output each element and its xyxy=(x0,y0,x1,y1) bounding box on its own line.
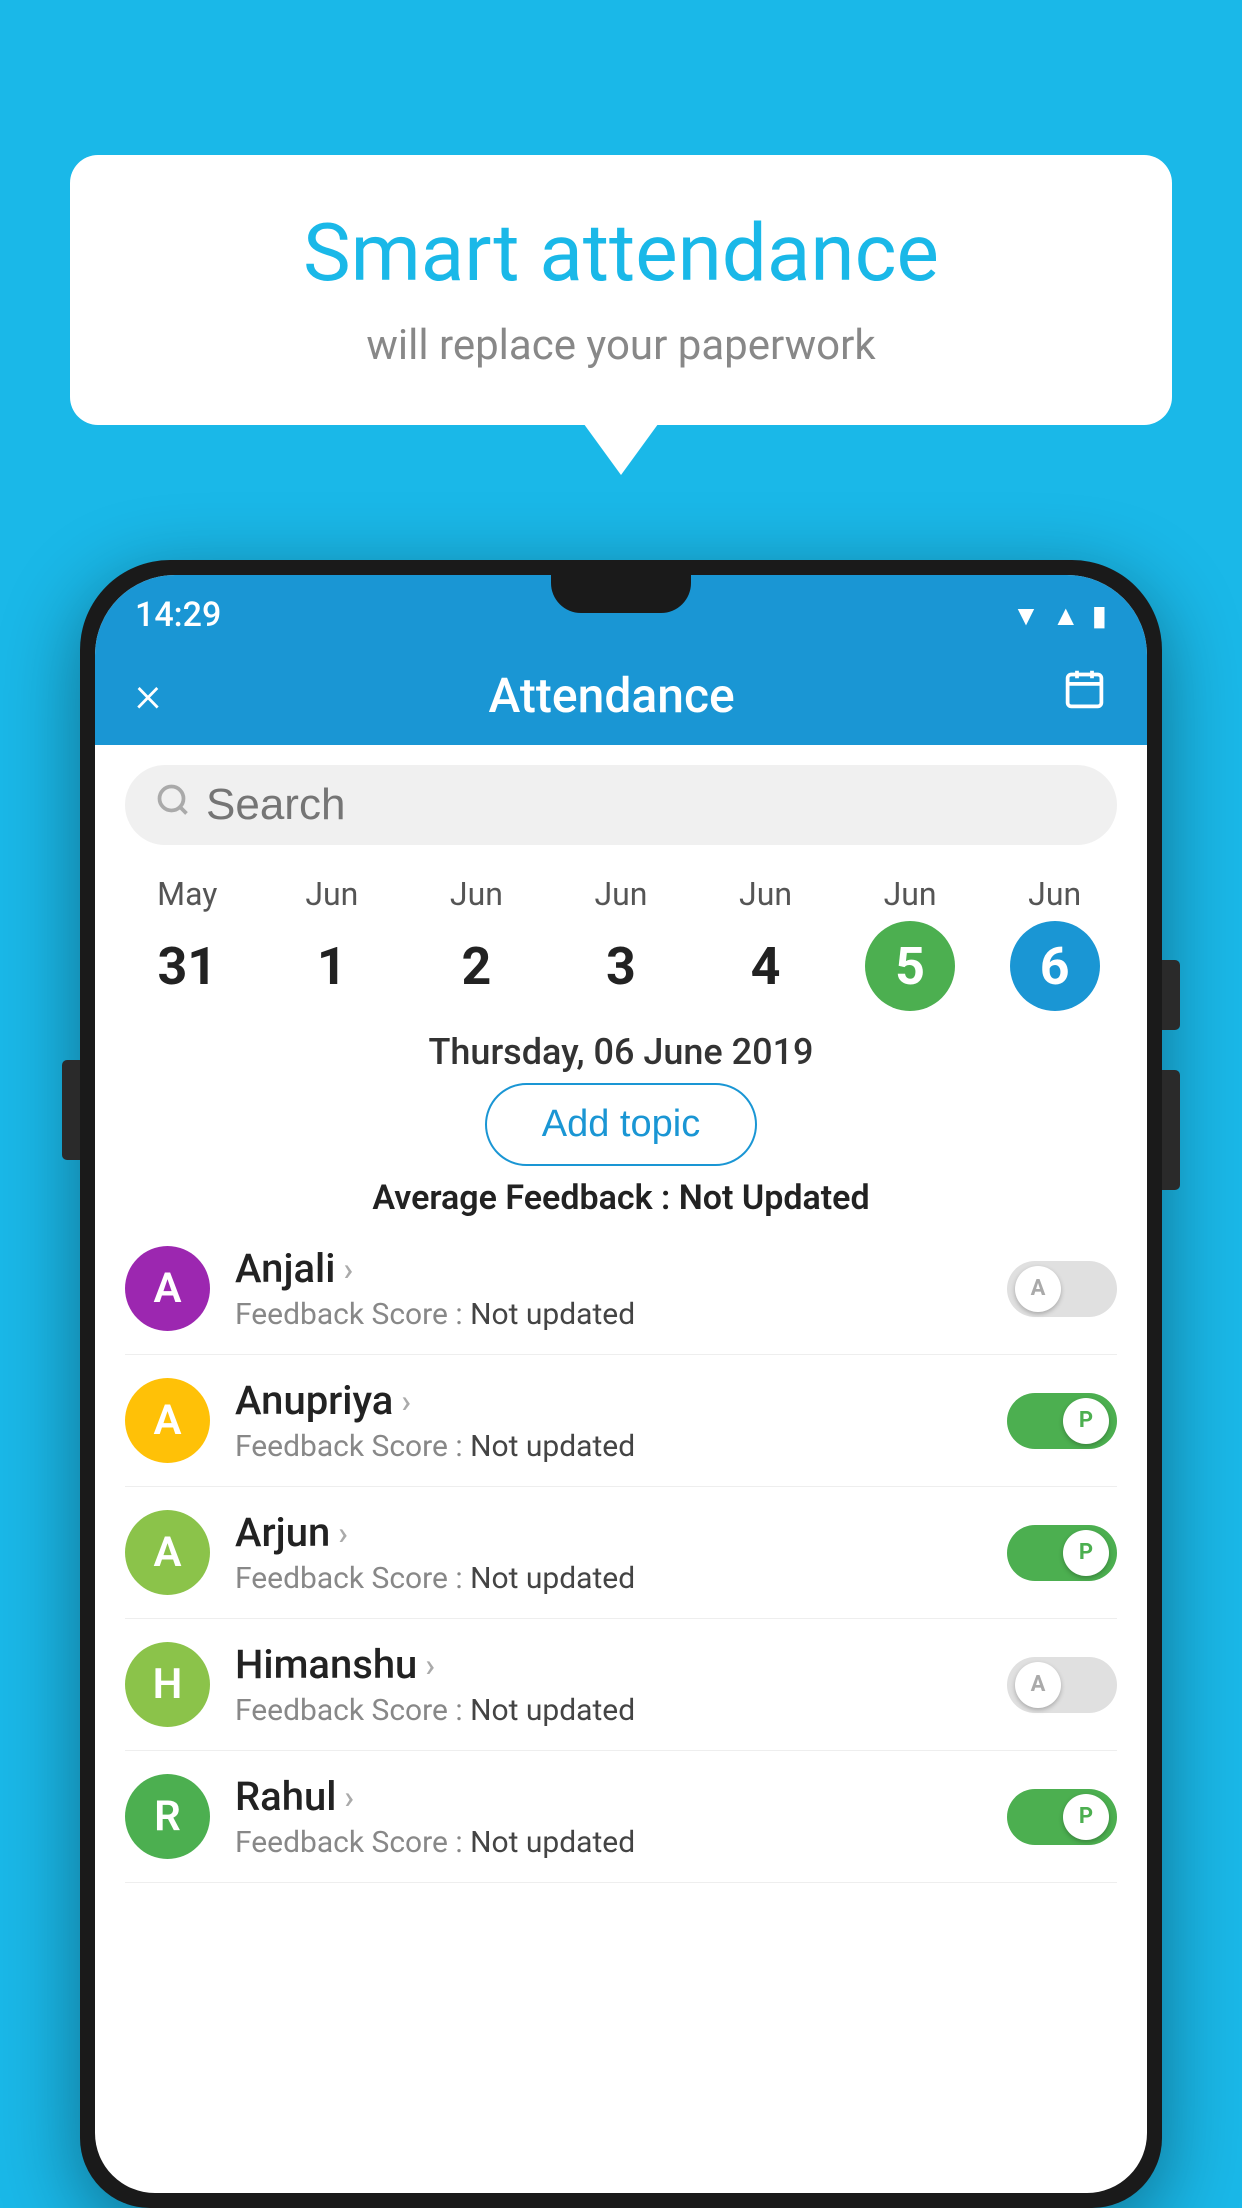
student-name: Arjun › xyxy=(235,1509,982,1556)
student-chevron-icon: › xyxy=(343,1250,353,1288)
student-name: Himanshu › xyxy=(235,1641,982,1688)
toggle-knob: P xyxy=(1063,1794,1109,1840)
student-feedback: Feedback Score : Not updated xyxy=(235,1429,982,1464)
search-input[interactable] xyxy=(206,780,1087,830)
status-icons: ▼ ▲ ▮ xyxy=(1012,599,1107,632)
student-feedback: Feedback Score : Not updated xyxy=(235,1297,982,1332)
attendance-toggle[interactable]: P xyxy=(1007,1789,1117,1845)
student-item[interactable]: H Himanshu › Feedback Score : Not updated A xyxy=(125,1619,1117,1751)
calendar-icon[interactable] xyxy=(1062,667,1107,723)
student-chevron-icon: › xyxy=(344,1778,354,1816)
attendance-toggle[interactable]: A xyxy=(1007,1261,1117,1317)
student-item[interactable]: A Anjali › Feedback Score : Not updated A xyxy=(125,1223,1117,1355)
student-feedback: Feedback Score : Not updated xyxy=(235,1825,982,1860)
student-name: Rahul › xyxy=(235,1773,982,1820)
attendance-toggle[interactable]: P xyxy=(1007,1525,1117,1581)
add-topic-button[interactable]: Add topic xyxy=(485,1083,757,1166)
student-avatar: R xyxy=(125,1774,210,1859)
student-item[interactable]: A Arjun › Feedback Score : Not updated P xyxy=(125,1487,1117,1619)
student-item[interactable]: A Anupriya › Feedback Score : Not updated P xyxy=(125,1355,1117,1487)
toggle-knob: P xyxy=(1063,1398,1109,1444)
search-icon xyxy=(155,782,191,828)
student-feedback: Feedback Score : Not updated xyxy=(235,1561,982,1596)
student-avatar: A xyxy=(125,1378,210,1463)
app-title: Attendance xyxy=(488,667,734,724)
student-info: Anjali › Feedback Score : Not updated xyxy=(235,1245,982,1332)
calendar-day[interactable]: May31 xyxy=(127,875,247,1011)
toggle-knob: P xyxy=(1063,1530,1109,1576)
calendar-strip: May31Jun1Jun2Jun3Jun4Jun5Jun6 xyxy=(95,865,1147,1016)
attendance-toggle[interactable]: A xyxy=(1007,1657,1117,1713)
student-chevron-icon: › xyxy=(401,1382,411,1420)
app-header: × Attendance xyxy=(95,645,1147,745)
wifi-icon: ▼ xyxy=(1012,599,1040,632)
phone-notch xyxy=(551,575,691,613)
speech-bubble: Smart attendance will replace your paper… xyxy=(70,155,1172,425)
student-info: Rahul › Feedback Score : Not updated xyxy=(235,1773,982,1860)
student-avatar: A xyxy=(125,1246,210,1331)
avg-feedback: Average Feedback : Not Updated xyxy=(95,1178,1147,1218)
student-info: Himanshu › Feedback Score : Not updated xyxy=(235,1641,982,1728)
calendar-day[interactable]: Jun6 xyxy=(995,875,1115,1011)
student-chevron-icon: › xyxy=(338,1514,348,1552)
calendar-day[interactable]: Jun5 xyxy=(850,875,970,1011)
student-item[interactable]: R Rahul › Feedback Score : Not updated P xyxy=(125,1751,1117,1883)
power-button xyxy=(1162,960,1180,1030)
bubble-subtitle: will replace your paperwork xyxy=(130,321,1112,370)
selected-date: Thursday, 06 June 2019 xyxy=(95,1031,1147,1073)
student-chevron-icon: › xyxy=(425,1646,435,1684)
student-name: Anupriya › xyxy=(235,1377,982,1424)
battery-icon: ▮ xyxy=(1092,599,1107,632)
calendar-day[interactable]: Jun4 xyxy=(706,875,826,1011)
student-avatar: A xyxy=(125,1510,210,1595)
calendar-day[interactable]: Jun3 xyxy=(561,875,681,1011)
student-info: Arjun › Feedback Score : Not updated xyxy=(235,1509,982,1596)
calendar-day[interactable]: Jun2 xyxy=(416,875,536,1011)
volume-button xyxy=(62,1060,80,1160)
attendance-toggle[interactable]: P xyxy=(1007,1393,1117,1449)
toggle-knob: A xyxy=(1015,1266,1061,1312)
student-feedback: Feedback Score : Not updated xyxy=(235,1693,982,1728)
student-info: Anupriya › Feedback Score : Not updated xyxy=(235,1377,982,1464)
student-list: AAnjali ›Feedback Score : Not updatedAAA… xyxy=(95,1223,1147,1883)
phone-frame: 14:29 ▼ ▲ ▮ × Attendance xyxy=(80,560,1162,2208)
calendar-day[interactable]: Jun1 xyxy=(272,875,392,1011)
search-bar[interactable] xyxy=(125,765,1117,845)
phone-screen: 14:29 ▼ ▲ ▮ × Attendance xyxy=(95,575,1147,2193)
bubble-title: Smart attendance xyxy=(130,205,1112,301)
signal-icon: ▲ xyxy=(1052,599,1080,632)
student-avatar: H xyxy=(125,1642,210,1727)
student-name: Anjali › xyxy=(235,1245,982,1292)
status-time: 14:29 xyxy=(135,595,221,635)
volume-down-button xyxy=(1162,1070,1180,1190)
close-button[interactable]: × xyxy=(135,670,161,720)
toggle-knob: A xyxy=(1015,1662,1061,1708)
